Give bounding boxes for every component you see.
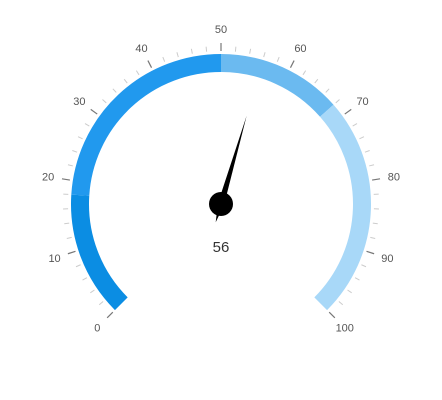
- gauge-value-label: 56: [213, 239, 230, 256]
- gauge-minor-tick: [335, 99, 340, 104]
- gauge-minor-tick: [72, 150, 78, 153]
- gauge-band-0: [71, 194, 128, 311]
- gauge-minor-tick: [75, 264, 81, 268]
- gauge-major-tick: [106, 311, 114, 319]
- gauge-minor-tick: [102, 99, 107, 104]
- gauge-major-tick: [90, 108, 98, 115]
- gauge-minor-tick: [64, 222, 70, 225]
- gauge-major-tick: [61, 178, 70, 181]
- gauge-minor-tick: [123, 78, 128, 84]
- gauge-needle-hub: [209, 192, 233, 216]
- gauge-minor-tick: [372, 222, 378, 225]
- gauge-chart: 0 10 20 30 40 50 60 70 80 90 100 56: [42, 24, 400, 335]
- gauge-tick-label: 30: [73, 96, 85, 108]
- gauge-minor-tick: [338, 301, 344, 306]
- gauge-major-tick: [328, 311, 336, 319]
- gauge-tick-label: 10: [48, 253, 60, 265]
- gauge-needle-group: [209, 115, 247, 223]
- gauge-major-tick: [344, 108, 352, 115]
- gauge-tick-label: 100: [336, 323, 354, 335]
- gauge-tick-label: 40: [135, 43, 147, 55]
- gauge-tick-label: 70: [356, 96, 368, 108]
- gauge-tick-label: 90: [381, 253, 393, 265]
- gauge-minor-tick: [77, 136, 83, 140]
- gauge-minor-tick: [176, 52, 179, 58]
- gauge-minor-tick: [162, 56, 166, 62]
- gauge-major-tick: [147, 60, 153, 68]
- gauge-minor-tick: [361, 264, 367, 268]
- gauge-minor-tick: [364, 150, 370, 153]
- gauge-minor-tick: [276, 56, 280, 62]
- gauge-minor-tick: [359, 136, 365, 140]
- gauge-major-tick: [366, 250, 375, 255]
- gauge-minor-tick: [263, 52, 266, 58]
- gauge-minor-tick: [66, 236, 72, 239]
- gauge-tick-label: 20: [42, 172, 54, 184]
- gauge-tick-label: 80: [388, 172, 400, 184]
- gauge-minor-tick: [249, 48, 252, 54]
- gauge-major-tick: [67, 250, 76, 255]
- gauge-major-tick: [289, 60, 295, 68]
- gauge-tick-label: 0: [94, 323, 100, 335]
- gauge-minor-tick: [135, 70, 140, 76]
- gauge-minor-tick: [370, 236, 376, 239]
- gauge-major-tick: [372, 178, 381, 181]
- gauge-minor-tick: [90, 289, 95, 294]
- gauge-minor-tick: [67, 164, 73, 167]
- gauge-minor-tick: [190, 48, 193, 54]
- gauge-band-1: [71, 54, 222, 196]
- gauge-tick-label: 60: [294, 43, 306, 55]
- gauge-minor-tick: [347, 289, 352, 294]
- gauge-minor-tick: [84, 123, 90, 127]
- gauge-minor-tick: [354, 277, 360, 281]
- gauge-minor-tick: [98, 301, 104, 306]
- gauge-bands: [71, 54, 371, 311]
- gauge-minor-tick: [369, 164, 375, 167]
- gauge-minor-tick: [314, 78, 319, 84]
- gauge-minor-tick: [352, 123, 358, 127]
- gauge-minor-tick: [112, 88, 117, 93]
- gauge-band-2: [220, 54, 334, 117]
- gauge-minor-tick: [82, 277, 88, 281]
- gauge-minor-tick: [302, 70, 307, 76]
- gauge-tick-label: 50: [215, 24, 227, 36]
- gauge-band-3: [314, 104, 371, 311]
- gauge-minor-tick: [325, 88, 330, 93]
